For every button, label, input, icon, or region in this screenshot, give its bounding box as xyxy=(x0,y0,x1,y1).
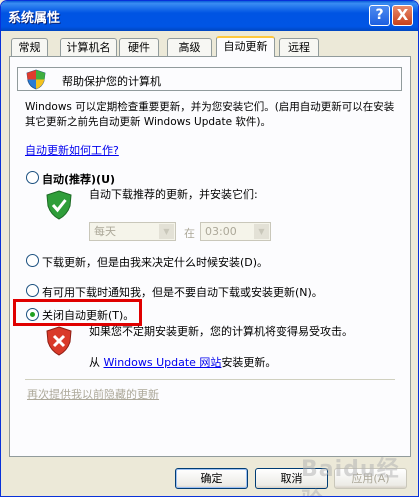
highlight-box xyxy=(13,299,142,326)
tab-automatic-updates[interactable]: 自动更新 xyxy=(216,36,275,57)
chevron-down-icon: ▼ xyxy=(254,224,269,239)
tab-remote[interactable]: 远程 xyxy=(279,38,319,56)
windows-update-line: 从 Windows Update 网站安装更新。 xyxy=(89,354,276,370)
warning-text: 如果您不定期安装更新，您的计算机将变得易受攻击。 xyxy=(89,325,353,338)
windows-update-link[interactable]: Windows Update 网站 xyxy=(104,356,222,369)
time-value: 03:00 xyxy=(205,225,237,238)
apply-button[interactable]: 应用(A) xyxy=(334,468,407,489)
tab-advanced[interactable]: 高级 xyxy=(167,38,212,56)
tab-computer-name[interactable]: 计算机名 xyxy=(60,38,117,56)
time-select[interactable]: 03:00 ▼ xyxy=(200,222,271,241)
automatic-label[interactable]: 自动(推荐)(U) xyxy=(42,171,115,187)
help-button[interactable]: ? xyxy=(369,5,390,26)
cancel-button[interactable]: 取消 xyxy=(255,468,328,489)
window-title: 系统属性 xyxy=(8,11,61,26)
green-shield-icon xyxy=(45,190,73,223)
ok-button[interactable]: 确定 xyxy=(175,468,248,489)
radio-notify[interactable] xyxy=(26,284,39,297)
header-banner: 帮助保护您的计算机 xyxy=(17,67,402,91)
notify-label[interactable]: 有可用下载时通知我，但是不要自动下载或安装更新(N)。 xyxy=(42,284,323,300)
download-label[interactable]: 下载更新，但是由我来决定什么时候安装(D)。 xyxy=(42,254,268,270)
from-text: 从 xyxy=(89,356,100,369)
tab-hardware[interactable]: 硬件 xyxy=(119,38,159,56)
from-suffix: 安装更新。 xyxy=(221,356,277,369)
at-label: 在 xyxy=(184,227,195,240)
frequency-select[interactable]: 每天 ▼ xyxy=(89,222,176,241)
automatic-sub-label: 自动下载推荐的更新，并安装它们: xyxy=(89,188,258,201)
divider xyxy=(25,379,395,380)
description-text: Windows 可以定期检查重要更新，并为您安装它们。(启用自动更新可以在安装其… xyxy=(25,101,395,128)
restore-hidden-updates-link[interactable]: 再次提供我以前隐藏的更新 xyxy=(27,386,159,402)
chevron-down-icon: ▼ xyxy=(159,224,174,239)
how-it-works-link[interactable]: 自动更新如何工作? xyxy=(25,142,119,158)
header-title: 帮助保护您的计算机 xyxy=(62,75,161,88)
frequency-value: 每天 xyxy=(94,225,116,238)
red-shield-icon xyxy=(45,326,73,359)
title-bar[interactable]: 系统属性 ? X xyxy=(1,1,418,31)
security-shield-icon xyxy=(25,69,47,93)
radio-download[interactable] xyxy=(26,254,39,267)
radio-automatic[interactable] xyxy=(26,171,39,184)
close-button[interactable]: X xyxy=(392,5,413,26)
system-properties-window: 系统属性 ? X 常规 计算机名 硬件 高级 自动更新 远程 帮助保护您的计算机… xyxy=(0,0,419,497)
tab-general[interactable]: 常规 xyxy=(11,38,48,56)
